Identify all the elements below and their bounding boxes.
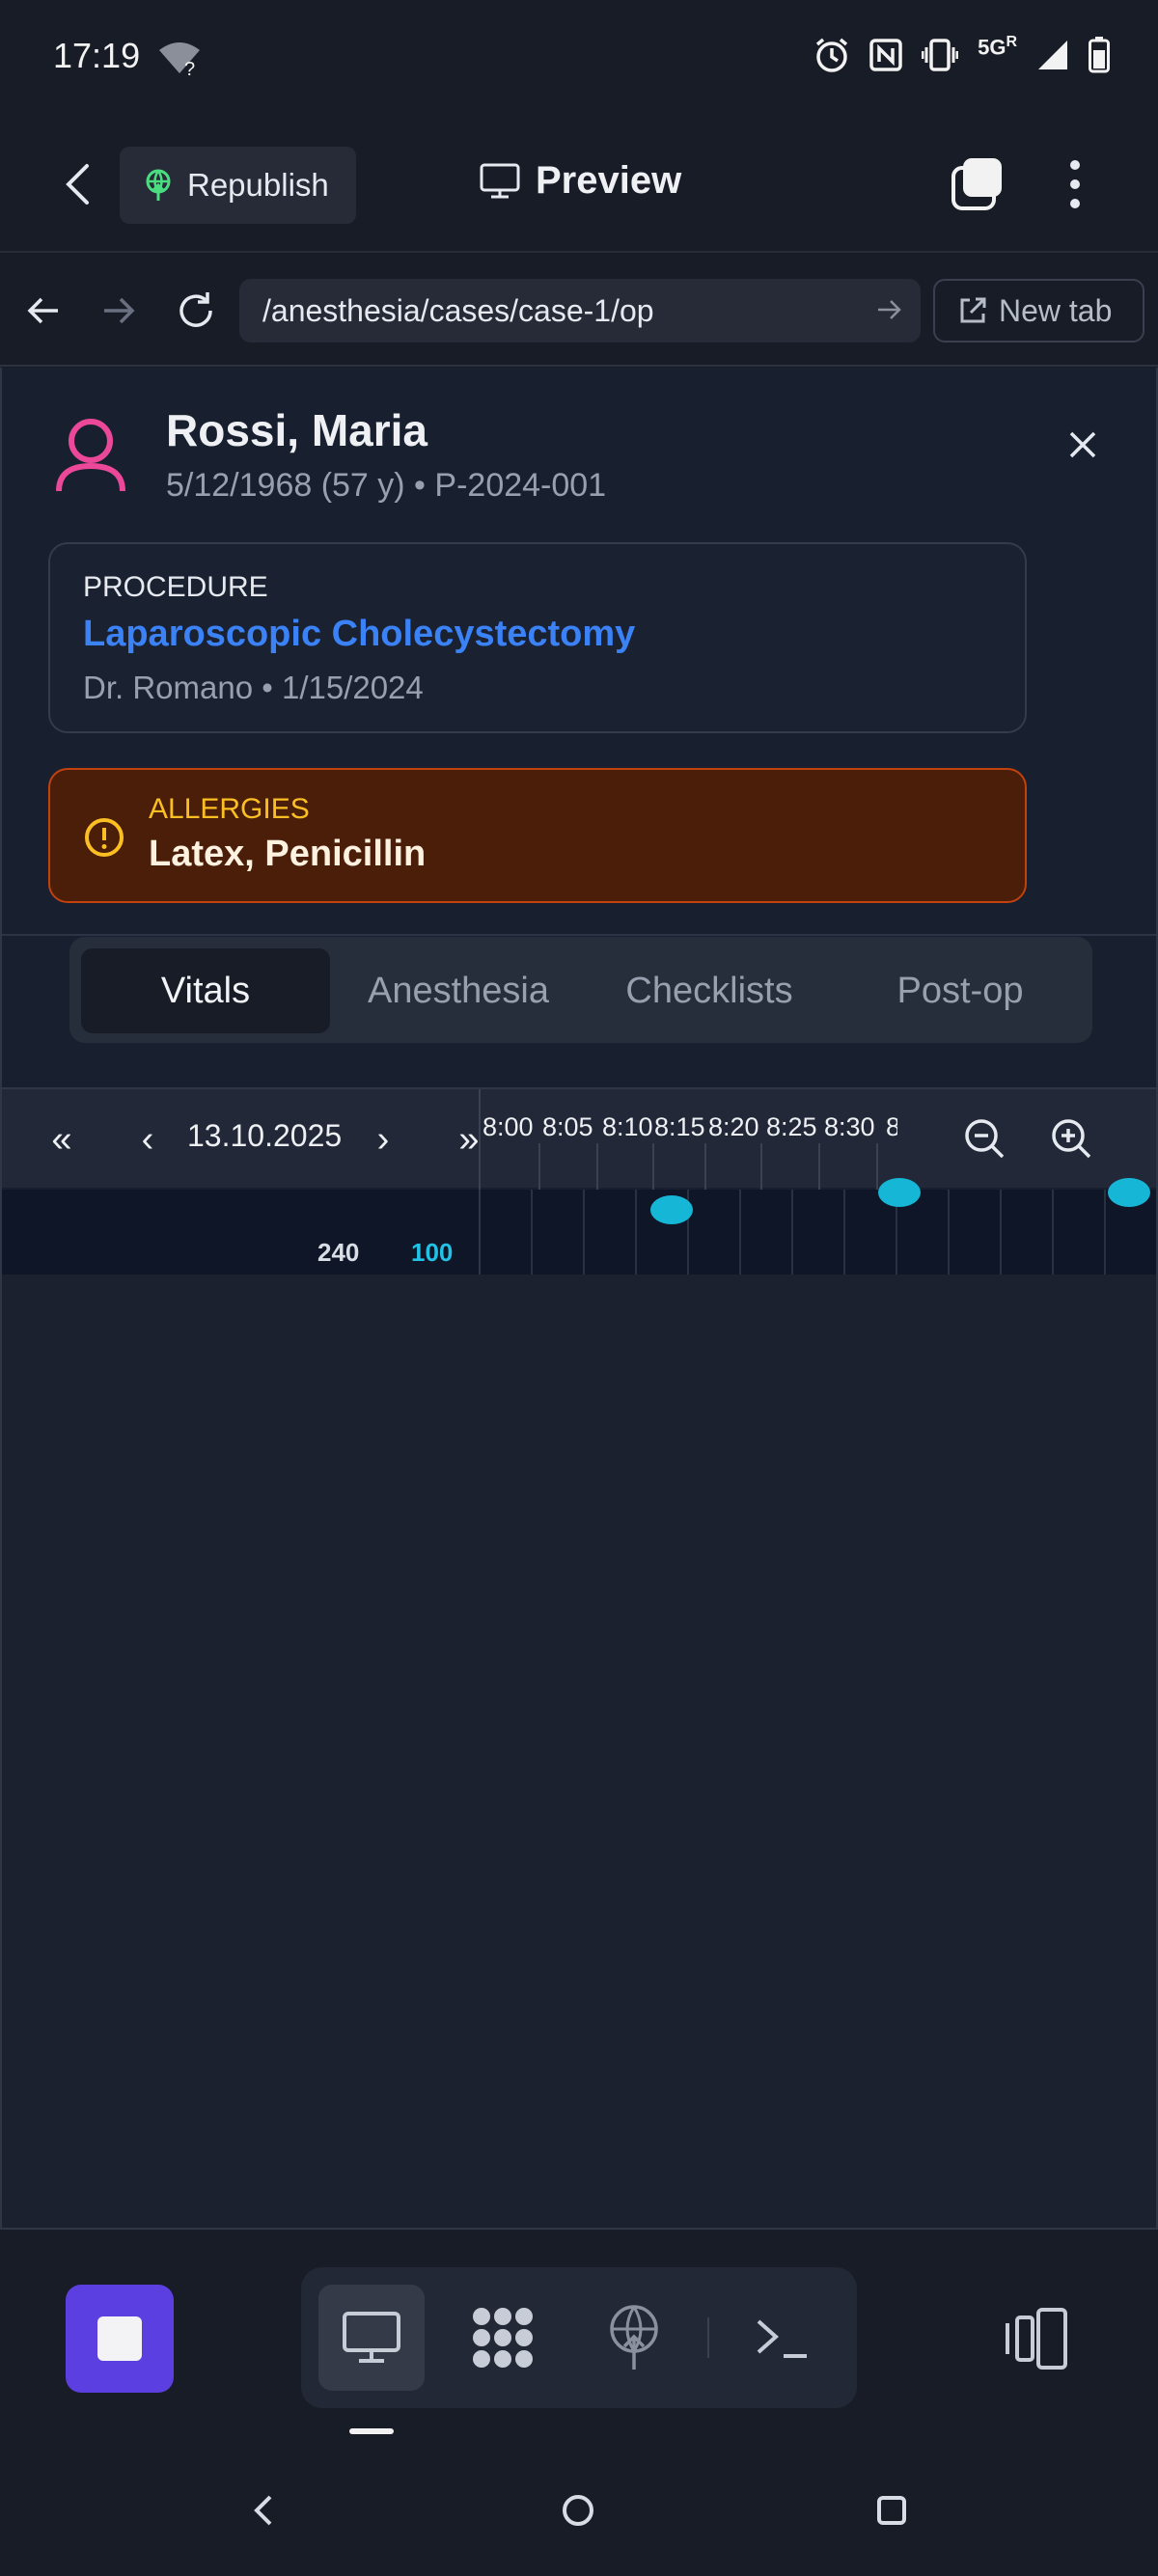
- procedure-kicker: PROCEDURE: [83, 571, 268, 603]
- terminal-icon: [757, 2319, 807, 2358]
- system-home-icon: [563, 2495, 593, 2526]
- close-icon[interactable]: [1063, 425, 1102, 464]
- vital-point[interactable]: [878, 1178, 921, 1207]
- publish-icon: [610, 2305, 658, 2370]
- procedure-meta: Dr. Romano • 1/15/2024: [83, 670, 424, 705]
- scale-label-240: 240: [317, 1238, 360, 1267]
- system-recents-button[interactable]: [868, 2487, 915, 2534]
- tabs-icon[interactable]: [950, 156, 1006, 212]
- patient-name: Rossi, Maria: [166, 405, 427, 455]
- republish-button[interactable]: Republish: [120, 147, 356, 224]
- case-tabs: Vitals Anesthesia Checklists Post-op: [69, 937, 1092, 1043]
- patient-meta: 5/12/1968 (57 y) • P-2024-001: [166, 467, 607, 504]
- alarm-icon: [815, 38, 848, 72]
- preview-title: Preview: [480, 159, 681, 203]
- workflow-icon: [473, 2308, 533, 2368]
- preview-frame: Rossi, Maria 5/12/1968 (57 y) • P-2024-0…: [0, 368, 1158, 2230]
- republish-label: Republish: [187, 167, 329, 203]
- tick-label: 8:15: [654, 1112, 705, 1141]
- arrow-right-icon: [104, 297, 135, 324]
- tab-post-op[interactable]: Post-op: [838, 948, 1083, 1033]
- stop-button[interactable]: [66, 2285, 174, 2393]
- tick-label: 8:00: [482, 1112, 534, 1141]
- allergy-values: Latex, Penicillin: [149, 834, 427, 874]
- timeline-date: 13.10.2025: [187, 1118, 343, 1153]
- chevron-left-icon: [66, 164, 89, 205]
- prev-day-button[interactable]: ‹: [133, 1118, 162, 1161]
- terminal-view-button[interactable]: [730, 2285, 836, 2391]
- allergy-card: ALLERGIES Latex, Penicillin: [48, 768, 1027, 903]
- view-switcher: [301, 2267, 857, 2408]
- warning-icon: [85, 818, 124, 857]
- section-divider: [2, 934, 1156, 936]
- monitor-icon: [480, 163, 520, 198]
- vitals-chart: 240 100: [2, 1178, 1156, 1274]
- vital-point[interactable]: [1108, 1178, 1150, 1207]
- url-input[interactable]: [262, 292, 841, 329]
- system-home-button[interactable]: [555, 2487, 601, 2534]
- new-tab-button[interactable]: New tab: [933, 279, 1144, 343]
- tick-label: 8:30: [824, 1112, 875, 1141]
- more-vertical-icon[interactable]: [1056, 156, 1094, 212]
- procedure-title: Laparoscopic Cholecystectomy: [83, 614, 636, 654]
- vitals-grid: [479, 1178, 1156, 1274]
- next-day-button[interactable]: ›: [369, 1118, 398, 1161]
- active-view-indicator: [349, 2428, 394, 2434]
- tick-label: 8: [886, 1112, 897, 1142]
- patient-icon: [56, 419, 125, 492]
- monitor-icon: [343, 2312, 400, 2363]
- system-back-button[interactable]: [239, 2487, 286, 2534]
- tick-label: 8:20: [708, 1112, 759, 1141]
- status-bar: 17:19 ? 5GR: [0, 0, 1158, 116]
- time-axis: 8:00 8:05 8:10 8:15 8:20 8:25 8:30 8: [479, 1089, 897, 1190]
- timeline-control: « ‹ 13.10.2025 › » 8:00 8:05 8:10 8:15 8…: [2, 1087, 1156, 1190]
- publish-view-button[interactable]: [581, 2285, 687, 2391]
- status-time: 17:19: [53, 36, 141, 75]
- arrow-left-icon: [27, 297, 58, 324]
- bottom-app-bar: [0, 2231, 1158, 2451]
- back-button[interactable]: [53, 157, 101, 211]
- signal-icon: [1038, 41, 1067, 69]
- system-nav-bar: [0, 2451, 1158, 2576]
- network-label: 5GR: [978, 34, 1017, 60]
- browser-back-button[interactable]: [19, 287, 68, 335]
- scale-label-100: 100: [411, 1238, 454, 1267]
- content-empty-area: [2, 1274, 1156, 2228]
- nfc-icon: [869, 39, 902, 71]
- allergy-kicker: ALLERGIES: [149, 793, 310, 825]
- browser-forward-button[interactable]: [95, 287, 143, 335]
- reload-button[interactable]: [172, 287, 220, 335]
- battery-icon: [1089, 37, 1110, 73]
- svg-text:?: ?: [184, 59, 195, 77]
- tick-label: 8:05: [542, 1112, 593, 1141]
- procedure-card: PROCEDURE Laparoscopic Cholecystectomy D…: [48, 542, 1027, 733]
- tab-checklists[interactable]: Checklists: [587, 948, 832, 1033]
- preview-label: Preview: [536, 159, 682, 202]
- republish-icon: [146, 169, 171, 201]
- tick-label: 8:25: [766, 1112, 817, 1141]
- workflow-view-button[interactable]: [450, 2285, 556, 2391]
- browser-bar: New tab: [0, 255, 1158, 367]
- stop-icon: [97, 2316, 142, 2361]
- vibrate-icon: [922, 39, 959, 71]
- system-recents-icon: [877, 2496, 906, 2525]
- panel-toggle-icon[interactable]: [1004, 2308, 1071, 2370]
- url-bar[interactable]: [239, 279, 921, 343]
- wifi-unknown-icon: ?: [159, 42, 200, 77]
- desktop-view-button[interactable]: [318, 2285, 425, 2391]
- zoom-out-icon[interactable]: [963, 1117, 1006, 1160]
- reload-icon: [179, 292, 212, 327]
- new-tab-label: New tab: [999, 292, 1113, 328]
- system-back-icon: [254, 2495, 272, 2526]
- first-page-button[interactable]: «: [42, 1118, 81, 1161]
- tab-anesthesia[interactable]: Anesthesia: [336, 948, 581, 1033]
- tick-label: 8:10: [602, 1112, 653, 1141]
- vital-point[interactable]: [650, 1195, 693, 1224]
- app-toolbar: Republish Preview: [0, 116, 1158, 253]
- tab-vitals[interactable]: Vitals: [81, 948, 330, 1033]
- go-arrow-icon[interactable]: [876, 296, 903, 323]
- zoom-in-icon[interactable]: [1050, 1117, 1092, 1160]
- external-link-icon: [960, 297, 986, 323]
